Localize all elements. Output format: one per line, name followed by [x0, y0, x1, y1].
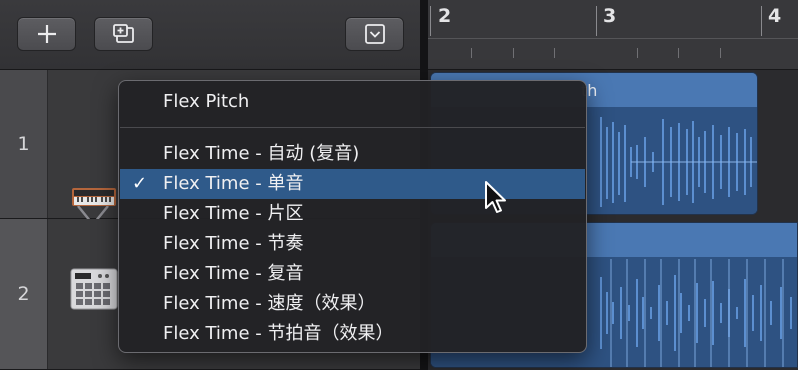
menu-item-flex-pitch[interactable]: Flex Pitch [120, 87, 585, 117]
add-track-button[interactable] [17, 17, 76, 51]
track-number: 2 [0, 219, 48, 369]
menu-item-label: Flex Time - 自动 (复音) [163, 143, 360, 164]
menu-item-label: Flex Time - 复音 [163, 263, 304, 284]
collapse-tracks-button[interactable] [345, 17, 404, 51]
track-list-header [0, 0, 420, 70]
ruler-bar-number: 4 [768, 5, 782, 27]
track-number: 1 [0, 70, 48, 218]
menu-item-label: Flex Pitch [163, 91, 250, 112]
menu-item-label: Flex Time - 节拍音（效果） [163, 323, 394, 344]
menu-item-label: Flex Time - 单音 [163, 173, 304, 194]
checkmark-icon: ✓ [132, 173, 148, 194]
new-track-with-settings-button[interactable] [94, 17, 153, 51]
menu-item-label: Flex Time - 片区 [163, 203, 304, 224]
menu-item-flex-time-monophonic[interactable]: ✓ Flex Time - 单音 [120, 169, 585, 199]
menu-item-flex-time-speed-fx[interactable]: Flex Time - 速度（效果） [120, 289, 585, 319]
ruler-bar-number: 3 [603, 5, 617, 27]
chevron-down-square-icon [364, 24, 385, 44]
timeline-ruler[interactable]: 2 3 4 [428, 0, 798, 70]
mouse-pointer-icon [485, 181, 506, 213]
add-track-with-settings-icon [112, 24, 134, 43]
flex-mode-menu: Flex Pitch Flex Time - 自动 (复音) ✓ Flex Ti… [118, 80, 587, 353]
menu-item-flex-time-rhythmic[interactable]: Flex Time - 节奏 [120, 229, 585, 259]
menu-item-flex-time-auto[interactable]: Flex Time - 自动 (复音) [120, 139, 585, 169]
menu-item-flex-time-polyphonic[interactable]: Flex Time - 复音 [120, 259, 585, 289]
menu-separator [120, 127, 585, 128]
plus-icon [37, 25, 56, 43]
ruler-bar-number: 2 [438, 5, 452, 27]
menu-item-label: Flex Time - 速度（效果） [163, 293, 376, 314]
menu-item-label: Flex Time - 节奏 [163, 233, 304, 254]
menu-item-flex-time-tempophone-fx[interactable]: Flex Time - 节拍音（效果） [120, 319, 585, 349]
menu-item-flex-time-slicing[interactable]: Flex Time - 片区 [120, 199, 585, 229]
drum-machine-icon [70, 268, 118, 310]
